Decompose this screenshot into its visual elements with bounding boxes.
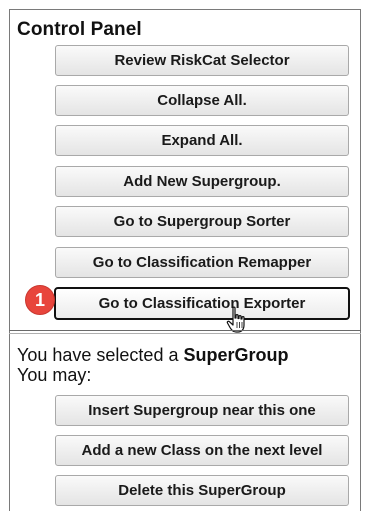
review-riskcat-selector-button[interactable]: Review RiskCat Selector bbox=[55, 45, 349, 76]
section-divider bbox=[9, 330, 361, 331]
may-label: You may: bbox=[17, 365, 92, 385]
selection-prefix: You have selected a bbox=[17, 345, 184, 365]
collapse-all-button[interactable]: Collapse All. bbox=[55, 85, 349, 116]
delete-supergroup-button[interactable]: Delete this SuperGroup bbox=[55, 475, 349, 506]
panel-title: Control Panel bbox=[17, 19, 142, 40]
classification-remapper-button[interactable]: Go to Classification Remapper bbox=[55, 247, 349, 278]
section-divider-inner bbox=[9, 333, 361, 334]
selection-info: You have selected a SuperGroup bbox=[17, 345, 288, 366]
classification-exporter-button[interactable]: Go to Classification Exporter bbox=[54, 287, 350, 320]
supergroup-sorter-button[interactable]: Go to Supergroup Sorter bbox=[55, 206, 349, 237]
add-new-supergroup-button[interactable]: Add New Supergroup. bbox=[55, 166, 349, 197]
selection-type: SuperGroup bbox=[183, 345, 289, 365]
add-class-next-level-button[interactable]: Add a new Class on the next level bbox=[55, 435, 349, 466]
step-badge: 1 bbox=[25, 285, 55, 315]
insert-supergroup-button[interactable]: Insert Supergroup near this one bbox=[55, 395, 349, 426]
expand-all-button[interactable]: Expand All. bbox=[55, 125, 349, 156]
